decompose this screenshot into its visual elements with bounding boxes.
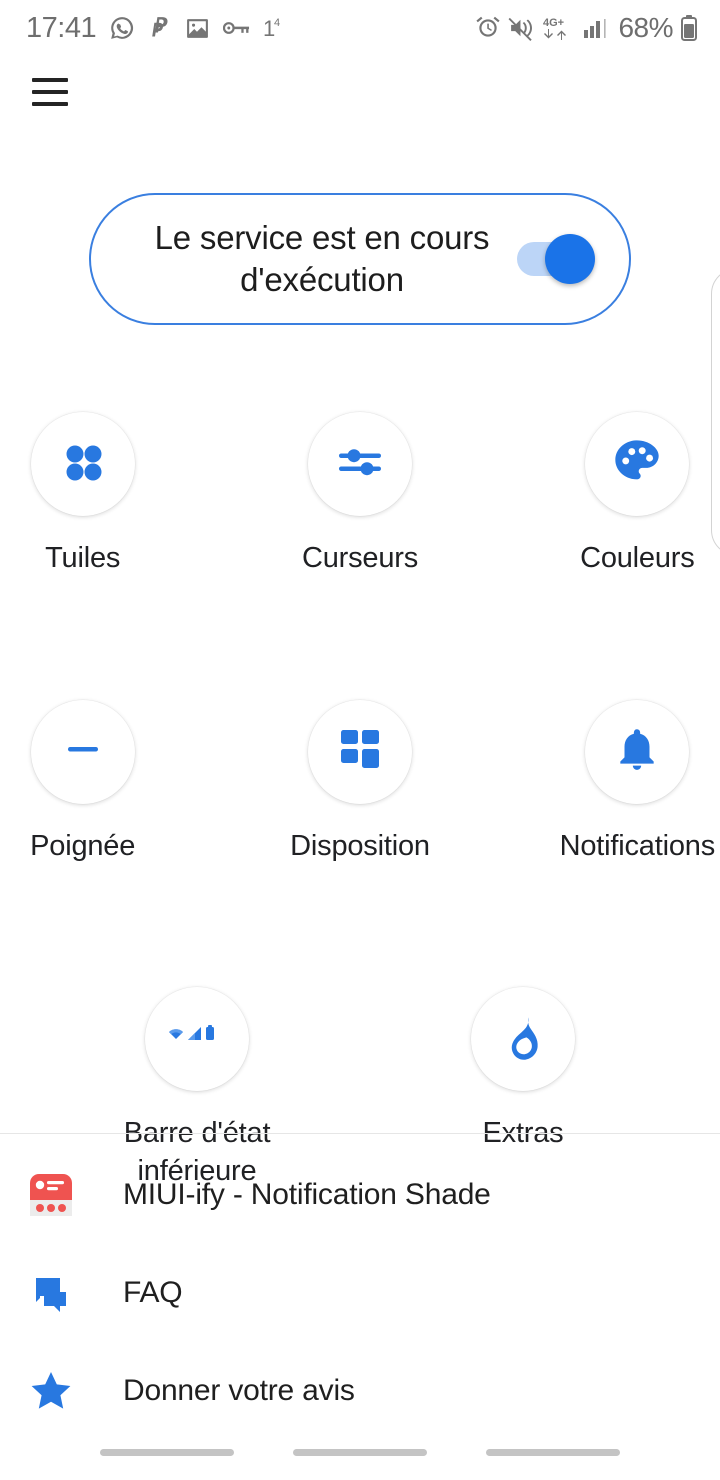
grid-item-label: Tuiles	[45, 542, 121, 574]
bottom-menu-list: MIUI-ify - Notification Shade FAQ Donner…	[0, 1146, 720, 1440]
layout-icon-circle	[307, 699, 412, 804]
grid-item-tuiles[interactable]: Tuiles	[0, 412, 165, 578]
menu-item-faq[interactable]: FAQ	[0, 1244, 720, 1342]
bell-icon	[612, 724, 662, 779]
menu-item-label: Donner votre avis	[123, 1374, 355, 1407]
flame-icon	[499, 1013, 547, 1066]
grid-item-label: Couleurs	[580, 542, 695, 574]
toggle-thumb	[545, 234, 595, 284]
hamburger-line-2	[32, 90, 68, 94]
alarm-icon	[475, 15, 501, 41]
feature-grid-row-2: Poignée Disposition Notifications	[0, 699, 720, 866]
grid-item-curseurs[interactable]: Curseurs	[277, 412, 442, 578]
menu-item-label: FAQ	[123, 1276, 183, 1309]
palette-icon	[611, 436, 663, 493]
battery-icon	[680, 14, 698, 42]
gesture-navigation-bar	[0, 1424, 720, 1480]
palette-icon-circle	[585, 412, 690, 516]
status-bar: 17:41 14 4G+ 68%	[0, 0, 720, 56]
feature-grid-row-1: Tuiles Curseurs Couleurs	[0, 412, 720, 578]
photos-icon	[185, 16, 210, 41]
status-bar-right-group: 4G+ 68%	[475, 14, 698, 42]
service-toggle-switch[interactable]	[517, 234, 595, 284]
tiles-icon-circle	[30, 412, 135, 516]
grid-item-poignee[interactable]: Poignée	[0, 699, 165, 866]
layout-icon	[335, 724, 385, 779]
grid-item-disposition[interactable]: Disposition	[277, 699, 442, 866]
hamburger-menu-icon[interactable]	[30, 74, 70, 110]
star-icon	[25, 1365, 77, 1417]
miui-ify-app-icon	[25, 1169, 77, 1221]
handle-icon	[57, 723, 109, 780]
signal-bars-icon	[583, 15, 611, 41]
feature-grid: Tuiles Curseurs Couleurs Poignée Disposi…	[0, 412, 720, 1203]
grid-item-label: Notifications	[559, 829, 716, 862]
app-screen: 17:41 14 4G+ 68% Le service est en cours…	[0, 0, 720, 1480]
menu-item-label: MIUI-ify - Notification Shade	[123, 1178, 491, 1211]
status-bar-clock: 17:41	[26, 11, 97, 44]
menu-item-miui-ify[interactable]: MIUI-ify - Notification Shade	[0, 1146, 720, 1244]
grid-item-label: Curseurs	[301, 542, 419, 574]
sliders-icon-circle	[307, 412, 412, 516]
handle-icon-circle	[30, 699, 135, 804]
svg-text:4: 4	[274, 17, 280, 29]
hamburger-line-1	[32, 78, 68, 82]
recents-gesture-bar[interactable]	[99, 1448, 234, 1456]
home-gesture-bar[interactable]	[292, 1448, 427, 1456]
grid-item-notifications[interactable]: Notifications	[555, 699, 720, 866]
chat-bubbles-icon	[25, 1267, 77, 1319]
grid-item-label: Poignée	[30, 829, 136, 862]
status-bar-icon-circle	[145, 987, 249, 1092]
service-status-card[interactable]: Le service est en cours d'exécution	[89, 193, 631, 325]
bell-icon-circle	[585, 699, 690, 804]
status-bar-left-group: 17:41 14	[26, 11, 285, 44]
grid-item-label: Disposition	[290, 829, 430, 862]
section-divider	[0, 1133, 720, 1134]
paypal-icon	[148, 15, 172, 41]
svg-text:4G+: 4G+	[543, 17, 564, 29]
mute-icon	[508, 15, 535, 41]
network-4gplus-icon: 4G+	[542, 14, 576, 42]
service-status-label: Le service est en cours d'exécution	[154, 218, 490, 298]
key-icon	[223, 18, 250, 38]
grid-item-couleurs[interactable]: Couleurs	[555, 412, 720, 578]
sliders-icon	[333, 435, 387, 494]
notification-count-icon: 14	[263, 15, 285, 41]
hamburger-line-3	[32, 102, 68, 106]
whatsapp-icon	[109, 15, 135, 41]
status-bar-icon	[167, 1022, 227, 1057]
flame-icon-circle	[471, 987, 575, 1092]
tiles-icon	[57, 436, 109, 493]
battery-percent-label: 68%	[618, 12, 673, 43]
back-gesture-bar[interactable]	[486, 1448, 621, 1456]
